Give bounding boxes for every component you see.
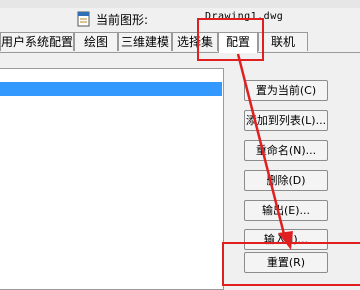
top-strip bbox=[0, 0, 360, 8]
current-drawing: 当前图形: bbox=[76, 10, 148, 28]
list-item-selected[interactable] bbox=[0, 82, 222, 96]
drawing-file-icon bbox=[76, 11, 92, 27]
set-current-button[interactable]: 置为当前(C) bbox=[244, 80, 328, 101]
current-drawing-label: 当前图形: bbox=[96, 12, 149, 27]
add-to-list-button[interactable]: 添加到列表(L)... bbox=[244, 110, 328, 131]
delete-button[interactable]: 删除(D) bbox=[244, 170, 328, 191]
profiles-tab-highlight bbox=[197, 18, 264, 61]
tab-drafting[interactable]: 绘图 bbox=[74, 32, 118, 51]
profiles-list[interactable] bbox=[0, 68, 224, 290]
tab-user-preferences[interactable]: 用户系统配置 bbox=[0, 32, 74, 51]
export-button[interactable]: 输出(E)... bbox=[244, 200, 328, 221]
tab-online[interactable]: 联机 bbox=[258, 32, 308, 51]
tab-3d-modeling[interactable]: 三维建模 bbox=[118, 32, 172, 51]
reset-button-highlight bbox=[222, 242, 360, 286]
rename-button[interactable]: 重命名(N)... bbox=[244, 140, 328, 161]
options-tabs: 用户系统配置 绘图 三维建模 选择集 配置 联机 bbox=[0, 32, 360, 53]
